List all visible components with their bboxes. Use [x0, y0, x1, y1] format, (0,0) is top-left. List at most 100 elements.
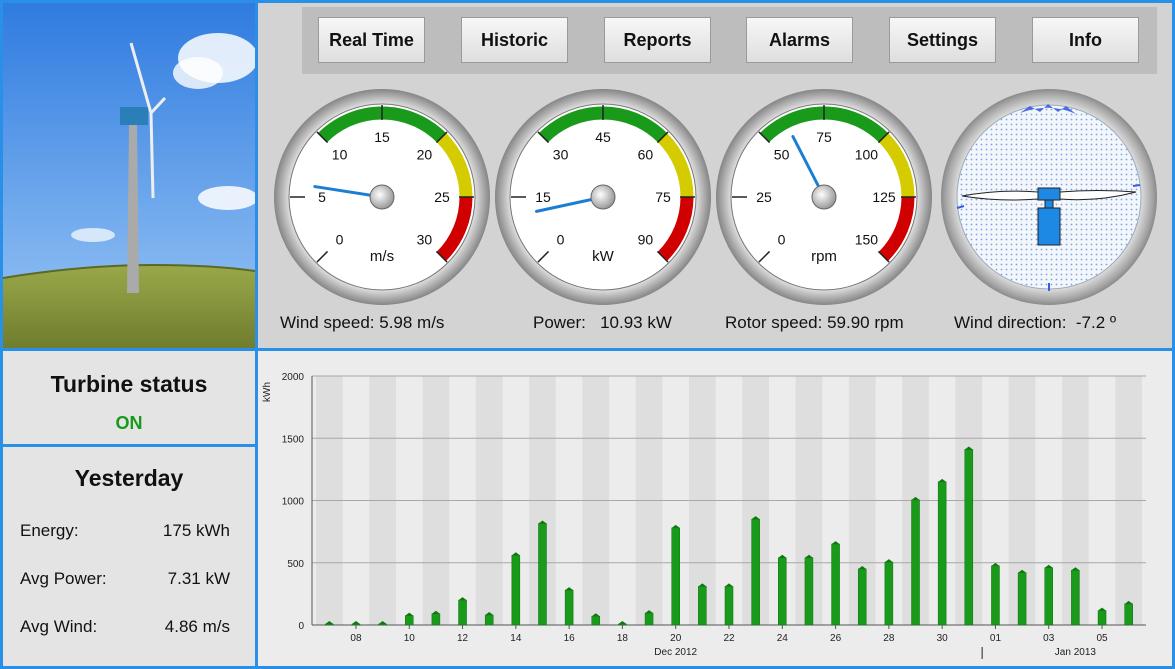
energy-bar: [831, 543, 840, 626]
energy-bar-cap: [1044, 564, 1053, 568]
turbine-status-title: Turbine status: [50, 371, 208, 397]
energy-bar: [405, 615, 414, 626]
gauge-hub: [590, 184, 616, 210]
gauge-tick-label: 25: [756, 189, 772, 205]
energy-bar: [671, 527, 680, 626]
energy-bar-cap: [671, 524, 680, 528]
x-tick-label: 26: [830, 633, 842, 644]
x-tick-label: 05: [1096, 633, 1108, 644]
power-readout: Power: 10.93 kW: [533, 313, 672, 333]
avg-power-label: Avg Power:: [20, 569, 107, 588]
y-tick-label: 2000: [282, 372, 305, 383]
power-gauge: 0 15 30 45 60 75 90 kW: [495, 89, 711, 305]
energy-bar: [937, 481, 947, 626]
power-label: Power:: [533, 313, 586, 332]
energy-bar: [964, 449, 974, 626]
energy-bar: [1097, 610, 1107, 626]
gauge-tick-label: 15: [374, 129, 390, 145]
gauge-tick-label: 5: [318, 189, 326, 205]
gauge-tick-label: 100: [855, 147, 879, 163]
gauge-tick-label: 125: [872, 189, 896, 205]
gauge-unit-label: m/s: [370, 248, 394, 265]
turbine-photo-panel: [0, 0, 258, 351]
gauge-tick-label: 150: [855, 231, 879, 247]
gauge-unit-label: rpm: [811, 248, 837, 265]
gauge-tick-label: 30: [553, 147, 569, 163]
yesterday-title: Yesterday: [74, 465, 184, 491]
rotor-speed-gauge: 0 25 50 75 100 125 150 rpm: [716, 89, 932, 305]
energy-bar-cap: [458, 597, 467, 601]
realtime-button[interactable]: Real Time: [318, 17, 425, 63]
rotor-speed-value: 59.90 rpm: [827, 313, 904, 332]
x-tick-label: 14: [510, 633, 522, 644]
wind-speed-readout: Wind speed: 5.98 m/s: [280, 313, 444, 333]
wind-speed-value: 5.98 m/s: [379, 313, 445, 332]
month-label-jan: Jan 2013: [1055, 647, 1097, 658]
gauge-tick-label: 20: [417, 147, 433, 163]
energy-bar-cap: [351, 621, 360, 624]
x-tick-label: 22: [723, 633, 735, 644]
x-tick-label: 03: [1043, 633, 1055, 644]
x-tick-label: 10: [404, 633, 416, 644]
energy-label: Energy:: [20, 521, 79, 540]
settings-button[interactable]: Settings: [889, 17, 996, 63]
daily-energy-bar-chart: 0 500 1000 1500 2000 kWh 08 10 12 14 16 18 20 22 24 26 2…: [262, 372, 1146, 659]
energy-bar: [591, 616, 601, 626]
month-label-dec: Dec 2012: [654, 647, 697, 658]
energy-bar-cap: [778, 554, 787, 558]
x-tick-label: 08: [350, 633, 362, 644]
energy-bar: [1124, 603, 1133, 626]
energy-bar: [724, 586, 734, 626]
energy-bar-cap: [511, 552, 520, 556]
energy-bar: [431, 613, 441, 626]
gauge-tick-label: 15: [535, 189, 551, 205]
energy-bar: [458, 599, 467, 626]
reports-button[interactable]: Reports: [604, 17, 711, 63]
wind-direction-gauge: [941, 89, 1157, 305]
energy-bar-cap: [991, 562, 1000, 566]
gauge-tick-label: 30: [417, 231, 433, 247]
turbine-status-panel: Turbine status ON: [0, 348, 258, 447]
gauge-tick-label: 75: [816, 129, 832, 145]
y-tick-label: 0: [298, 621, 304, 632]
energy-bar: [325, 623, 334, 626]
power-value: 10.93 kW: [600, 313, 672, 332]
energy-bar-cap: [405, 612, 414, 616]
navigation-bar: [302, 7, 1157, 74]
energy-bar: [511, 555, 521, 626]
gauge-hub: [369, 184, 395, 210]
wind-direction-value: -7.2 º: [1075, 313, 1117, 332]
y-tick-label: 500: [287, 559, 304, 570]
energy-bar: [884, 561, 894, 626]
energy-bar: [484, 614, 494, 626]
gauge-tick-label: 90: [638, 231, 654, 247]
energy-bar: [991, 565, 1000, 626]
energy-bar-cap: [938, 478, 947, 482]
energy-value: 175 kWh: [162, 521, 230, 540]
x-tick-label: 18: [617, 633, 629, 644]
x-tick-label: 12: [457, 633, 469, 644]
avg-power-value: 7.31 kW: [167, 569, 230, 588]
energy-bar: [564, 589, 574, 626]
gauge-tick-label: 50: [774, 147, 790, 163]
energy-bar: [378, 623, 387, 626]
alarms-button[interactable]: Alarms: [746, 17, 853, 63]
rotor-speed-readout: Rotor speed: 59.90 rpm: [725, 313, 904, 333]
gauge-tick-label: 45: [595, 129, 611, 145]
energy-bar: [698, 586, 707, 626]
historic-button[interactable]: Historic: [461, 17, 568, 63]
info-button[interactable]: Info: [1032, 17, 1139, 63]
energy-bar: [644, 612, 654, 626]
turbine-status-value: ON: [115, 413, 143, 433]
energy-bar-cap: [831, 541, 840, 545]
energy-bar: [911, 499, 920, 626]
energy-bar: [857, 568, 867, 626]
energy-bar-cap: [618, 621, 627, 624]
energy-bar: [1071, 569, 1080, 626]
wind-turbine-photo: [3, 3, 255, 348]
energy-bar-cap: [725, 583, 733, 587]
energy-bar-cap: [565, 587, 574, 591]
energy-bar: [618, 623, 627, 626]
avg-wind-label: Avg Wind:: [20, 617, 98, 636]
energy-bar: [1017, 572, 1027, 626]
